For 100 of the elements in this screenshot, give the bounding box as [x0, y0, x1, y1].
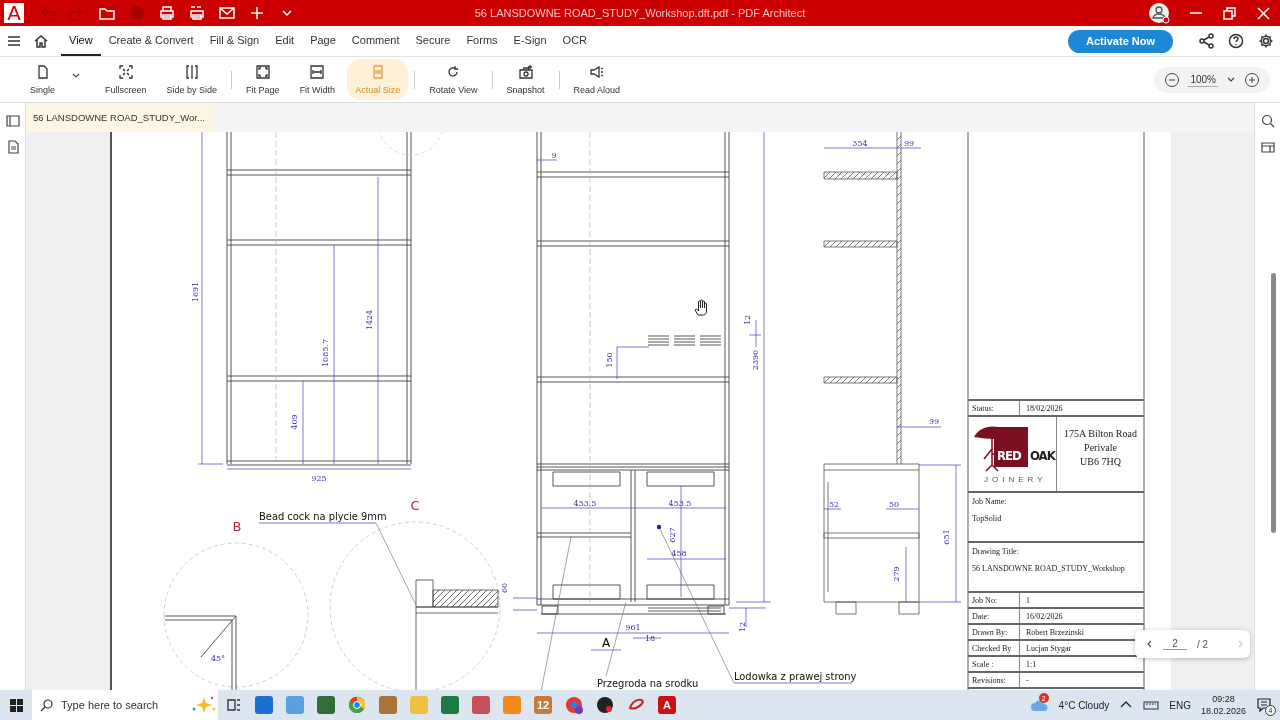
menu-tab[interactable]: Comment [343, 26, 408, 56]
windows-start-icon[interactable] [9, 698, 23, 712]
logo-tagline: JOINERY [984, 475, 1047, 484]
field-label: Job Name: [972, 497, 1008, 506]
dimension-label: 18 [644, 634, 656, 643]
chevron-left-icon[interactable] [1145, 639, 1153, 649]
field-label: Checked By [968, 641, 1020, 655]
dimension-label: 925 [311, 474, 327, 483]
plus-icon[interactable] [248, 4, 266, 22]
network-icon[interactable] [1143, 698, 1160, 712]
field-value: 56 LANSDOWNE ROAD_STUDY_Workshop [972, 564, 1126, 573]
dimension-label: 453.5 [668, 499, 692, 508]
ribbon-button[interactable]: Side by Side [158, 59, 226, 100]
zoom-out-icon[interactable] [1164, 71, 1181, 88]
dimension-label: 1085.7 [321, 339, 330, 367]
zoom-level-field[interactable]: 100% [1188, 72, 1218, 87]
field-label: Drawing Title: [972, 547, 1020, 556]
field-value: Lucjan Stygar [1025, 643, 1072, 653]
share-icon[interactable] [1199, 33, 1214, 49]
app-icon[interactable] [596, 696, 614, 714]
ribbon-button[interactable]: Fit Page [238, 59, 288, 100]
language-indicator[interactable]: ENG [1169, 699, 1191, 711]
section-marker: C [410, 498, 420, 513]
search-icon[interactable] [1260, 114, 1275, 128]
sidebar-panel-icon[interactable] [5, 114, 20, 128]
dimension-label: 1691 [191, 281, 200, 303]
dimension-label: 9 [551, 151, 557, 160]
app-logo: A [4, 3, 24, 23]
menu-tab[interactable]: E-Sign [505, 26, 555, 56]
panel-icon[interactable] [1260, 140, 1275, 154]
dimension-label: 627 [668, 527, 677, 543]
dimension-label: 99 [928, 417, 940, 426]
browser-icon[interactable] [565, 696, 583, 714]
fullscreen-icon [117, 64, 134, 80]
pdf-app-icon[interactable]: A [658, 696, 676, 714]
search-placeholder: Type here to search [61, 699, 159, 711]
ribbon-button[interactable]: Read Aloud [565, 59, 629, 100]
menu-tab[interactable]: Fill & Sign [201, 26, 268, 56]
field-label: Drawn By: [968, 625, 1020, 639]
snapshot-icon [517, 64, 534, 80]
document-tab[interactable]: 56 LANSDOWNE ROAD_STUDY_Wor... [26, 103, 215, 132]
document-icon[interactable] [5, 140, 20, 154]
print-icon[interactable] [158, 4, 176, 22]
mail-icon[interactable] [218, 4, 236, 22]
page-number-field[interactable]: 2 [1163, 638, 1187, 650]
window-title: 56 LANSDOWNE ROAD_STUDY_Workshop.dft.pdf - PDF Architect [474, 7, 806, 19]
field-label: Status: [968, 401, 1020, 415]
scrollbar-thumb[interactable] [1271, 273, 1276, 533]
print-dashed-icon[interactable] [188, 4, 206, 22]
dimension-label: 12 [738, 621, 747, 633]
dimension-label: 2390 [751, 349, 760, 371]
menu-tab[interactable]: Page [302, 26, 344, 56]
address-line: 175A Bilton Road [1064, 427, 1137, 439]
field-label: Revisions: [968, 673, 1020, 687]
field-label: Date: [968, 609, 1020, 623]
user-avatar-icon[interactable] [1148, 2, 1170, 24]
dimension-label: 52 [828, 500, 840, 509]
search-field[interactable]: Type here to search [32, 690, 218, 720]
ribbon-button[interactable]: Fullscreen [97, 59, 155, 100]
menu-tab[interactable]: OCR [554, 26, 596, 56]
browser-icon[interactable] [348, 696, 366, 714]
annotation-label: Bead cock na plycie 9mm [259, 510, 387, 523]
ribbon-button[interactable]: Snapshot [498, 59, 553, 100]
field-value: 1:1 [1025, 659, 1037, 669]
menu-tab[interactable]: Edit [267, 26, 303, 56]
field-value: 16/02/2026 [1025, 611, 1063, 621]
page-total: / 2 [1197, 638, 1209, 650]
fitwidth-icon [309, 64, 326, 80]
weather-text[interactable]: 4°C Cloudy [1058, 699, 1110, 711]
activate-now-button[interactable]: Activate Now [1068, 29, 1173, 53]
menu-tab[interactable]: Forms [458, 26, 506, 56]
fitpage-icon [254, 64, 271, 80]
address-line: Perivale [1084, 441, 1117, 453]
field-value: TopSolid [972, 514, 1003, 523]
field-label: Scale : [968, 657, 1020, 671]
dimension-label: 12 [743, 314, 752, 326]
dimension-label: 50 [888, 500, 900, 509]
search-icon [40, 698, 53, 712]
dimension-label: 458 [671, 549, 687, 558]
help-icon[interactable] [1228, 33, 1244, 49]
logo-text: RED [997, 448, 1021, 463]
home-icon[interactable] [33, 33, 49, 49]
settings-icon[interactable] [1258, 33, 1274, 49]
menu-tab[interactable]: Create & Convert [100, 26, 202, 56]
ribbon-button[interactable]: Single [22, 59, 64, 100]
task-view-icon[interactable] [226, 697, 242, 713]
ribbon-button[interactable]: Rotate View [421, 59, 486, 100]
menu-tab[interactable]: Secure [407, 26, 459, 56]
notifications-icon[interactable] [1256, 697, 1272, 713]
ribbon-button[interactable]: Fit Width [291, 59, 344, 100]
menu-icon[interactable] [7, 34, 21, 48]
sidebyside-icon [183, 64, 200, 80]
restore-icon[interactable] [1222, 6, 1238, 20]
zoom-in-icon[interactable] [1244, 71, 1260, 88]
hand-cursor-icon [693, 299, 709, 317]
field-value: 18/02/2026 [1025, 403, 1063, 413]
readaloud-icon [588, 64, 605, 80]
close-icon[interactable] [1256, 6, 1272, 20]
dimension-label: 60 [500, 582, 509, 594]
dimension-label: 45° [210, 654, 226, 663]
